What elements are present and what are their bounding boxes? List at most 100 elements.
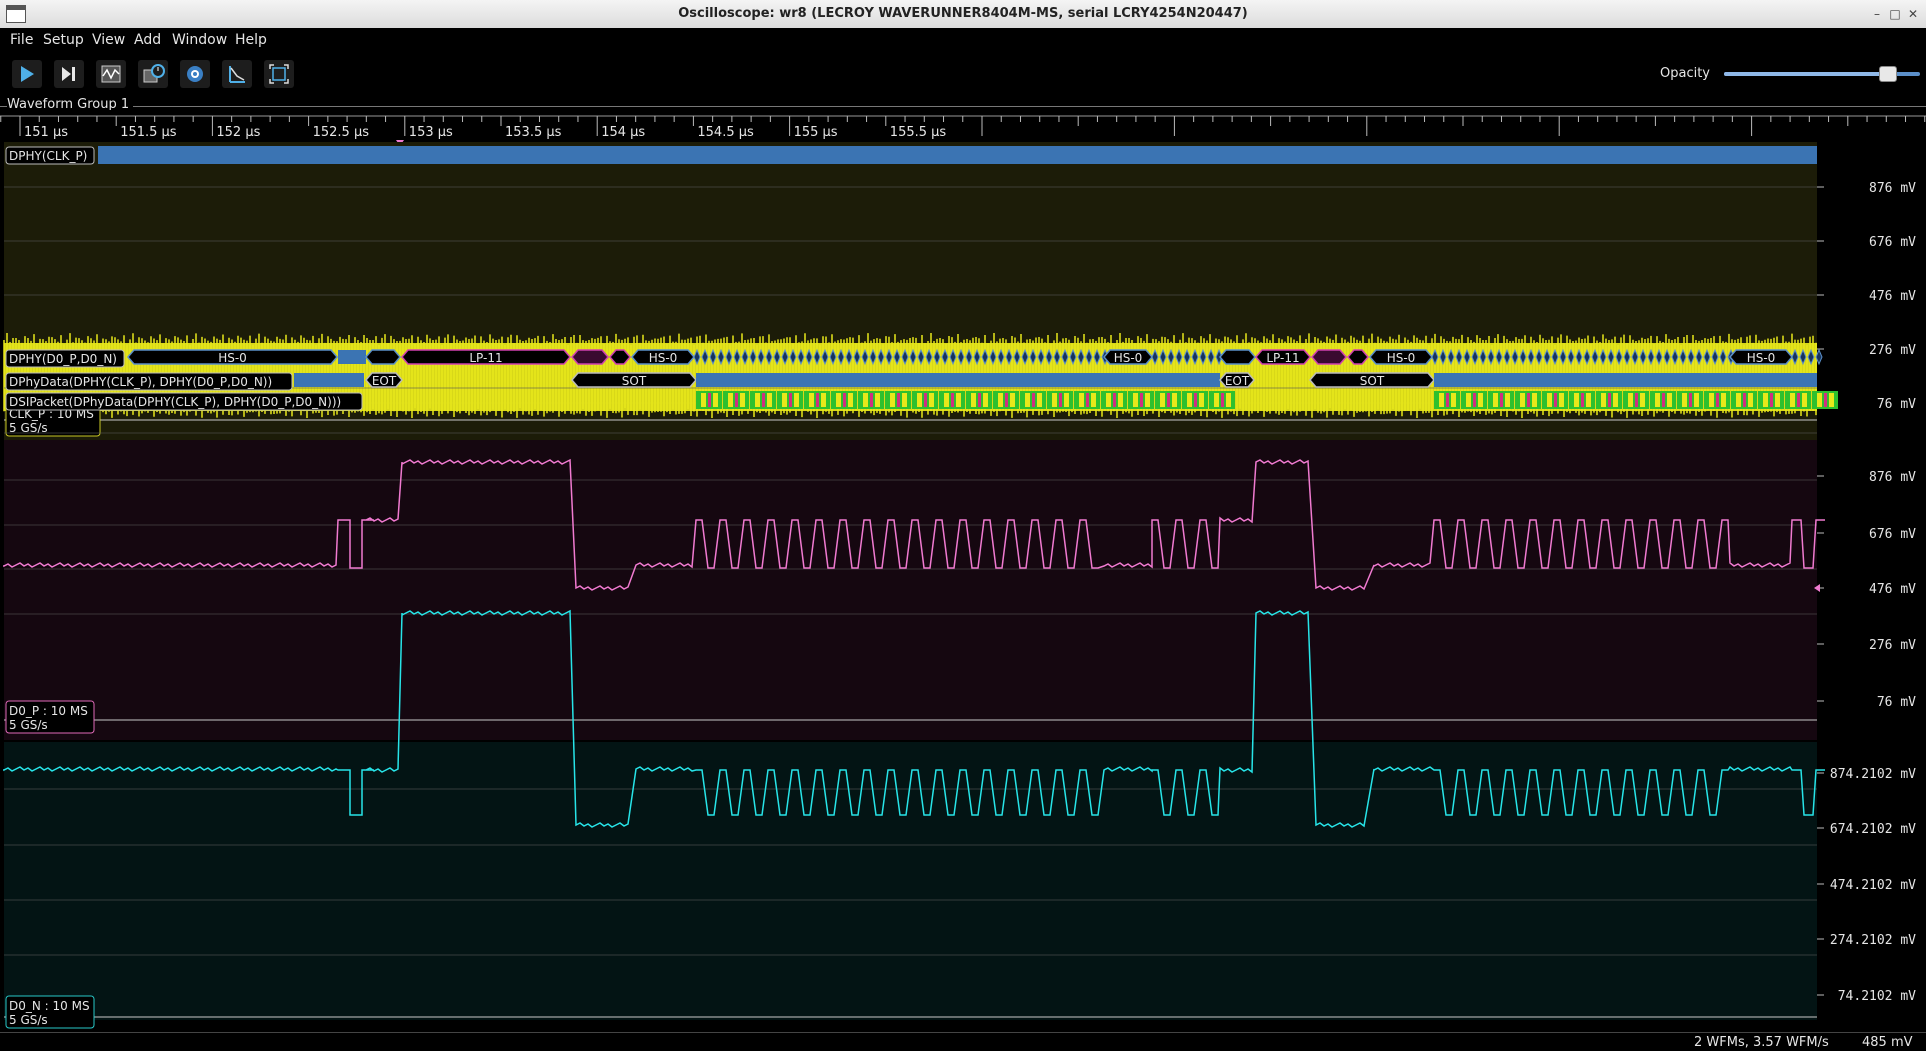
packet-segment <box>1770 393 1773 407</box>
protocol-segment-label: HS-0 <box>649 351 678 365</box>
packet-segment <box>794 393 799 407</box>
packet-segment <box>789 393 792 407</box>
y-axis-tick-label: 76 mV <box>1877 397 1916 412</box>
packet-segment <box>1167 393 1170 407</box>
packet-segment <box>1145 393 1150 407</box>
menu-file[interactable]: File <box>10 32 33 48</box>
timeline-tick-label: 151.5 µs <box>120 125 177 140</box>
packet-segment <box>843 393 846 407</box>
y-axis-tick-label: 476 mV <box>1869 289 1916 304</box>
packet-segment <box>1091 393 1096 407</box>
packet-segment <box>1194 393 1197 407</box>
menu-setup[interactable]: Setup <box>43 32 84 48</box>
svg-text:5 GS/s: 5 GS/s <box>9 1013 48 1027</box>
packet-segment <box>1613 393 1618 407</box>
waveform-display[interactable]: 151 µs 151.5 µs 152 µs 152.5 µs 153 µs 153.5 … <box>0 110 1926 1040</box>
packet-segment <box>1446 393 1449 407</box>
packet-segment <box>809 393 814 407</box>
packet-segment <box>767 393 772 407</box>
packet-segment <box>1682 393 1687 407</box>
svg-text:D0_N : 10 MS: D0_N : 10 MS <box>9 999 90 1013</box>
opacity-label: Opacity <box>1660 66 1711 81</box>
protocol-segment[interactable] <box>1311 349 1347 365</box>
d0-p-y-axis[interactable]: 876 mV 676 mV 476 mV 276 mV 76 mV <box>1817 470 1916 710</box>
packet-segment <box>1581 393 1584 407</box>
y-axis-tick-label: 474.2102 mV <box>1830 878 1916 893</box>
menu-add[interactable]: Add <box>134 32 161 48</box>
y-axis-tick-label: 476 mV <box>1869 582 1916 597</box>
protocol-segment[interactable] <box>365 349 401 365</box>
y-axis-tick-label: 276 mV <box>1869 638 1916 653</box>
packet-segment <box>1802 393 1807 407</box>
packet-segment <box>1064 393 1069 407</box>
packet-segment <box>1554 393 1557 407</box>
packet-segment <box>1601 393 1606 407</box>
clk-p-y-axis[interactable]: 876 mV 676 mV 476 mV 276 mV 76 mV <box>1817 181 1916 412</box>
packet-segment <box>1716 393 1719 407</box>
packet-segment <box>1439 393 1444 407</box>
minimize-icon[interactable]: – <box>1868 6 1886 22</box>
packet-segment <box>1520 393 1525 407</box>
protocol-segment[interactable] <box>1219 349 1256 365</box>
packet-segment <box>816 393 819 407</box>
d0-p-protocol-rows: DPHY(D0_P,D0_N) DPhyData(DPHY(CLK_P), DPH… <box>5 348 1838 411</box>
single-step-icon[interactable] <box>54 60 84 88</box>
protocol-segment <box>338 350 366 364</box>
menu-window[interactable]: Window <box>172 32 227 48</box>
play-icon[interactable] <box>12 60 42 88</box>
packet-segment <box>1079 393 1084 407</box>
packet-segment <box>1829 393 1834 407</box>
y-axis-tick-label: 676 mV <box>1869 527 1916 542</box>
protocol-segment-label: LP-11 <box>1266 351 1299 365</box>
history-icon[interactable] <box>138 60 168 88</box>
packet-segment <box>944 393 949 407</box>
svg-text:5 GS/s: 5 GS/s <box>9 718 48 732</box>
fft-icon[interactable] <box>222 60 252 88</box>
center-icon[interactable] <box>180 60 210 88</box>
opacity-slider[interactable] <box>1724 66 1920 82</box>
protocol-segment[interactable] <box>571 349 609 365</box>
packet-segment <box>1635 393 1638 407</box>
y-axis-tick-label: 876 mV <box>1869 181 1916 196</box>
packet-segment <box>1113 393 1116 407</box>
timeline-axis[interactable]: 151 µs 151.5 µs 152 µs 152.5 µs 153 µs 153.5 … <box>0 110 1926 146</box>
protocol-segment <box>294 373 364 387</box>
packet-segment <box>897 393 900 407</box>
packet-segment <box>924 393 927 407</box>
fullscreen-icon[interactable] <box>264 60 294 88</box>
packet-segment <box>1662 393 1665 407</box>
packet-segment <box>1640 393 1645 407</box>
packet-segment <box>1086 393 1089 407</box>
opacity-slider-handle[interactable] <box>1878 66 1897 82</box>
packet-segment <box>1037 393 1042 407</box>
packet-segment <box>728 393 733 407</box>
d0-n-y-axis[interactable]: 874.2102 mV 674.2102 mV 474.2102 mV 274.210… <box>1817 767 1916 1004</box>
packet-segment <box>1473 393 1476 407</box>
protocol-row-label-text: DPhyData(DPHY(CLK_P), DPHY(D0_P,D0_N)) <box>9 375 272 389</box>
packet-segment <box>1052 393 1057 407</box>
packet-segment <box>821 393 826 407</box>
packet-segment <box>1721 393 1726 407</box>
menu-help[interactable]: Help <box>235 32 267 48</box>
packet-segment <box>1140 393 1143 407</box>
packet-segment <box>929 393 934 407</box>
d0-p-info-box[interactable]: D0_P : 10 MS 5 GS/s <box>5 700 95 734</box>
close-icon[interactable]: ✕ <box>1904 6 1922 22</box>
packet-segment <box>875 393 880 407</box>
packet-segment <box>1689 393 1692 407</box>
menu-view[interactable]: View <box>92 32 125 48</box>
cursor-value: 485 mV <box>1862 1035 1913 1050</box>
waveform-icon[interactable] <box>96 60 126 88</box>
packet-segment <box>978 393 981 407</box>
packet-segment <box>902 393 907 407</box>
y-axis-tick-label: 676 mV <box>1869 235 1916 250</box>
maximize-icon[interactable]: □ <box>1886 6 1904 22</box>
protocol-segment-label: SOT <box>1360 374 1385 388</box>
d0-n-info-box[interactable]: D0_N : 10 MS 5 GS/s <box>5 995 95 1029</box>
packet-segment <box>1797 393 1800 407</box>
packet-segment <box>983 393 988 407</box>
protocol-segment-label: EOT <box>1225 374 1250 388</box>
timeline-tick-label: 153 µs <box>409 125 453 140</box>
packet-segment <box>998 393 1003 407</box>
clk-p-protocol-bar <box>98 146 1817 164</box>
